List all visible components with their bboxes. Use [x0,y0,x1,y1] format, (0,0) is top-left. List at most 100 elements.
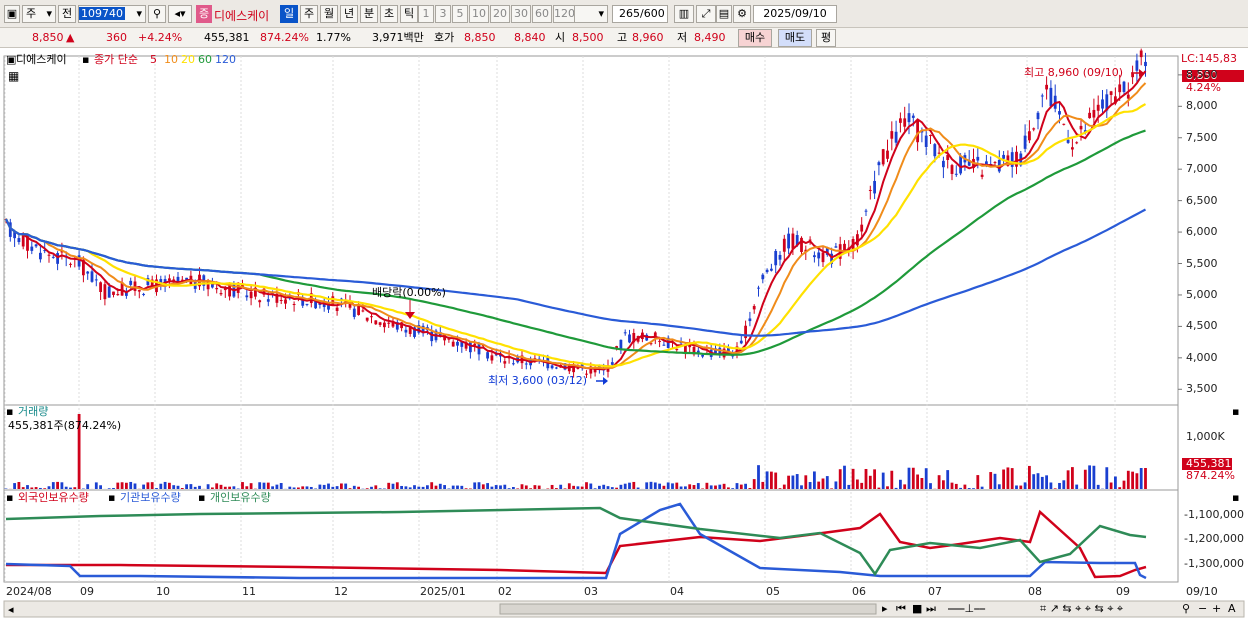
volume-bar [1135,473,1139,489]
volume-bar [989,472,993,489]
holding-y-tick-0: -1,100,000 [1184,508,1244,521]
stop-icon[interactable]: ■ [912,602,922,615]
volume-bar [331,486,335,489]
type-select[interactable]: 주 ▾ [22,5,56,23]
volume-bar [623,483,627,489]
candle-type-icon[interactable]: ▥ [674,5,694,23]
sell-button[interactable]: 매도 [778,29,812,47]
volume-bar [666,482,670,489]
volume-bar [1075,484,1079,489]
candle-body [890,131,894,139]
count-field[interactable]: 265/600 [612,5,668,23]
volume-bar [503,484,507,489]
date-input[interactable]: 2025/09/10 [753,5,837,23]
x-axis-tick-0: 2024/08 [6,585,52,598]
volume-bar [1105,467,1109,489]
volume-bar [787,475,790,489]
volume-bar [1062,480,1066,489]
volume-bar [413,485,416,489]
search-icon[interactable]: ⚲ [148,5,166,23]
candle-body [51,256,55,258]
period-button-3[interactable]: 년 [340,5,358,23]
interval-button-3[interactable]: 10 [469,5,489,23]
bid-price: 8,840 [514,31,546,44]
interval-button-5[interactable]: 30 [511,5,531,23]
zoom-out-icon[interactable]: − [1198,602,1207,615]
hoga-label: 호가 [434,31,455,44]
interval-button-0[interactable]: 1 [418,5,434,23]
volume-bar [894,487,898,489]
volume-current: 455,381주(874.24%) [8,419,122,432]
volume-bar [924,468,928,489]
zoom-in-icon[interactable]: + [1212,602,1221,615]
volume-bar [585,482,588,489]
volume-bar [305,486,309,489]
holding-y-tick-1: -1,200,000 [1184,532,1244,545]
volume-bar [1058,482,1061,489]
quote-bar: 8,850 ▲ 360 +4.24% 455,381 874.24% 1.77%… [0,28,1248,48]
period-button-0[interactable]: 일 [280,5,298,23]
period-button-4[interactable]: 분 [360,5,378,23]
panel-menu-icon[interactable]: ▣ [6,53,16,66]
holding-legend-1: 기관보유수량 [120,491,181,504]
volume-bar [563,488,567,489]
candle-body [701,354,704,357]
gear-icon[interactable]: ⚙ [733,5,751,23]
period-button-1[interactable]: 주 [300,5,318,23]
volume-bar [593,488,597,489]
rewind-icon[interactable]: ⏮ [896,602,906,615]
volume-bar [378,488,382,489]
interval-button-6[interactable]: 60 [532,5,552,23]
stock-code-input[interactable]: 109740 ▾ [78,5,146,23]
candle-body [933,144,937,157]
candle-body [782,238,786,252]
forward-icon[interactable]: ⏭ [926,602,936,615]
candle-body [774,251,778,266]
candle-body [352,308,356,317]
scroll-right-icon[interactable]: ▸ [882,602,888,615]
scroll-left-icon[interactable]: ◂ [8,603,14,616]
volume-bar [51,482,55,489]
x-axis-tick-9: 05 [766,585,780,598]
interval-dropdown[interactable]: ▾ [574,5,608,23]
eval-button[interactable]: 평 [816,29,836,47]
font-size-icon[interactable]: A [1228,602,1236,615]
volume-bar [327,483,330,489]
volume-bar [189,484,193,489]
x-axis-tick-8: 04 [670,585,684,598]
volume-bar [404,486,408,489]
volume-bar [980,486,984,489]
candle-body [929,135,932,137]
period-button-5[interactable]: 초 [380,5,398,23]
volume-bar [318,484,322,489]
interval-button-4[interactable]: 20 [490,5,510,23]
line-tool-icon[interactable]: ⤢ [696,5,716,23]
prev-button[interactable]: 전 [58,5,76,23]
volume-bar [245,486,249,489]
period-button-6[interactable]: 틱 [400,5,418,23]
scrollbar-thumb[interactable] [499,603,877,615]
close-panel-icon[interactable]: ▪ [1232,405,1239,418]
drawing-tools-icon[interactable]: ⌗ ↗ ⇆ ⌖ ⌖ ⇆ ⌖ ⌖ [1040,602,1123,615]
interval-button-1[interactable]: 3 [435,5,451,23]
interval-button-2[interactable]: 5 [452,5,468,23]
interval-button-7[interactable]: 120 [553,5,575,23]
candle-body [748,318,752,322]
open-label: 시 [555,31,566,44]
candle-body [129,280,133,285]
volume-marker-icon: ▪ [6,405,14,418]
panel-table-icon[interactable]: ▦ [8,70,19,83]
volume-bar [761,481,765,489]
close-panel-icon[interactable]: ▪ [1232,491,1239,504]
buy-button[interactable]: 매수 [738,29,772,47]
layout-icon[interactable]: ▣ [4,5,20,23]
candle-body [477,343,481,355]
zoom-icon[interactable]: ⚲ [1182,602,1190,615]
save-icon[interactable]: ▤ [716,5,732,23]
zoom-slider[interactable]: ⎯⎯⎯⊥⎯⎯ [948,602,985,615]
speaker-icon[interactable]: ◂▾ [168,5,192,23]
volume-bar [701,488,704,489]
period-button-2[interactable]: 월 [320,5,338,23]
volume-bar [692,485,696,489]
volume-bar [1083,469,1087,489]
